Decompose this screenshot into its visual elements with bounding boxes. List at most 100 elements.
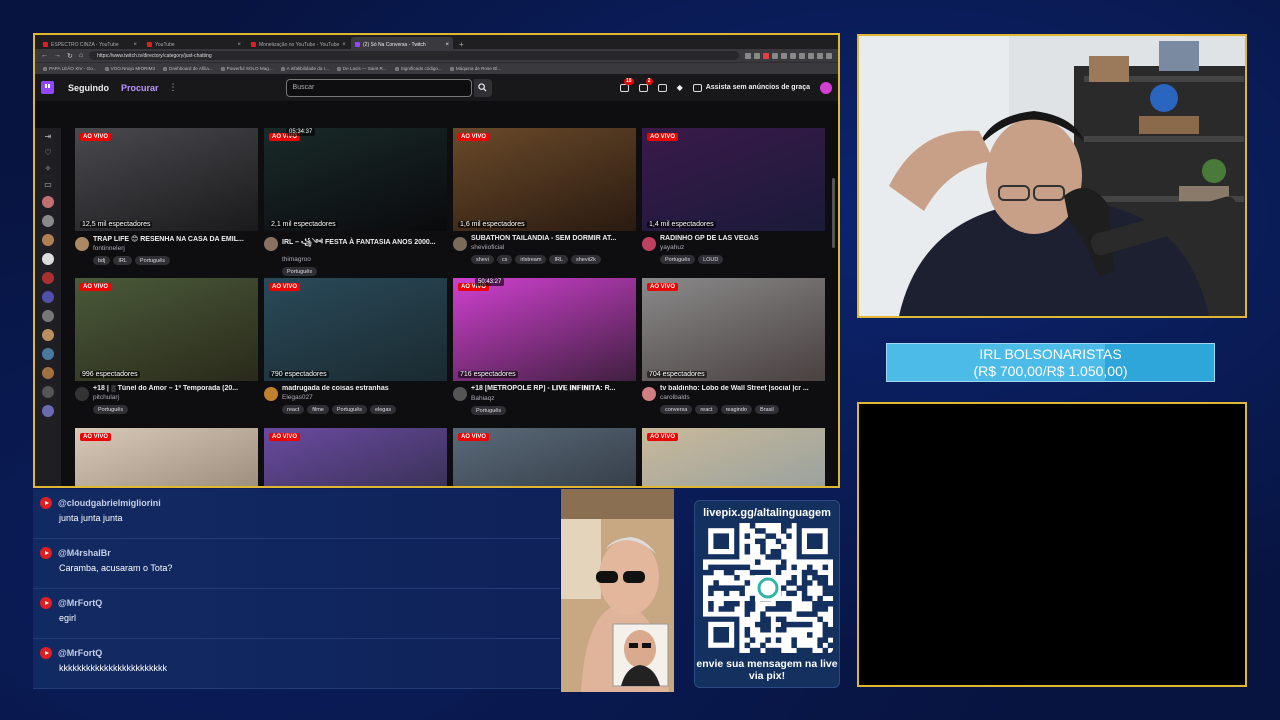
sidebar-channel-avatar[interactable] bbox=[42, 310, 54, 322]
sidebar-channel-avatar[interactable] bbox=[42, 405, 54, 417]
stream-thumbnail[interactable]: AO VIVO 50:43:27 716 espectadores bbox=[453, 278, 636, 381]
stream-tag[interactable]: react bbox=[695, 405, 718, 414]
sidebar-channel-avatar[interactable] bbox=[42, 329, 54, 341]
stream-card[interactable]: AO VIVO bbox=[453, 428, 636, 486]
extension-icon[interactable] bbox=[754, 52, 760, 59]
home-icon[interactable]: ⌂ bbox=[79, 52, 83, 59]
stream-tag[interactable]: filme bbox=[307, 405, 329, 414]
close-tab-icon[interactable]: × bbox=[237, 42, 241, 48]
extension-icon[interactable] bbox=[799, 52, 805, 59]
more-icon[interactable]: ⋮ bbox=[169, 82, 178, 93]
channel-avatar[interactable] bbox=[264, 237, 278, 251]
bookmark-item[interactable]: Powerful SOLO Mag... bbox=[221, 66, 273, 71]
stream-card[interactable]: AO VIVO 996 espectadores +18 | ░ Túnel do … bbox=[75, 278, 258, 428]
stream-thumbnail[interactable]: AO VIVO 790 espectadores bbox=[264, 278, 447, 381]
sidebar-channel-avatar[interactable] bbox=[42, 196, 54, 208]
bookmark-item[interactable]: Dashboard de Afilia... bbox=[163, 66, 213, 71]
stream-tag[interactable]: Português bbox=[331, 405, 367, 414]
channel-name[interactable]: carolbalds bbox=[660, 394, 825, 401]
stream-card[interactable]: AO VIVO bbox=[75, 428, 258, 486]
stream-thumbnail[interactable]: AO VIVO bbox=[453, 428, 636, 486]
stream-tag[interactable]: reagindo bbox=[720, 405, 752, 414]
stream-card[interactable]: AO VIVO 50:43:27 716 espectadores +18 [METR… bbox=[453, 278, 636, 428]
stream-thumbnail[interactable]: AO VIVO 05:34:37 2,1 mil espectadores bbox=[264, 128, 447, 231]
bookmark-item[interactable]: PAPA LEÃO XIV - Go... bbox=[43, 66, 97, 71]
channel-avatar[interactable] bbox=[75, 387, 89, 401]
stream-thumbnail[interactable]: AO VIVO bbox=[642, 428, 825, 486]
channel-name[interactable]: thimagroo bbox=[282, 256, 447, 263]
collapse-sidebar-icon[interactable]: ⇥ bbox=[45, 132, 52, 141]
browser-tab[interactable]: YouTube × bbox=[143, 37, 245, 49]
stream-title[interactable]: +18 | ░ Túnel do Amor – 1ª Temporada (20… bbox=[93, 385, 258, 392]
stream-tag[interactable]: irlstream bbox=[515, 255, 547, 264]
twitch-logo-icon[interactable] bbox=[41, 81, 54, 94]
stream-tag[interactable]: Português bbox=[471, 406, 507, 415]
reload-icon[interactable]: ↻ bbox=[67, 52, 73, 60]
stream-title[interactable]: madrugada de coisas estranhas bbox=[282, 385, 447, 392]
stream-thumbnail[interactable]: AO VIVO bbox=[264, 428, 447, 486]
stream-thumbnail[interactable]: AO VIVO bbox=[75, 428, 258, 486]
url-input[interactable]: https://www.twitch.tv/directory/category… bbox=[89, 51, 739, 60]
close-tab-icon[interactable]: × bbox=[445, 42, 449, 48]
close-tab-icon[interactable]: × bbox=[133, 42, 137, 48]
channel-name[interactable]: Bahiaqz bbox=[471, 395, 636, 402]
extension-icon[interactable] bbox=[763, 52, 769, 59]
back-icon[interactable]: ← bbox=[41, 52, 48, 59]
bits-icon[interactable]: ◆ bbox=[677, 83, 683, 92]
whispers-icon[interactable] bbox=[657, 83, 667, 92]
forward-icon[interactable]: → bbox=[54, 52, 61, 59]
stream-tag[interactable]: elegas bbox=[369, 405, 397, 414]
new-tab-icon[interactable]: + bbox=[459, 40, 464, 49]
search-input[interactable]: Buscar bbox=[285, 78, 472, 97]
channel-avatar[interactable] bbox=[453, 237, 467, 251]
search-button[interactable] bbox=[473, 78, 492, 97]
stream-card[interactable]: AO VIVO 12,5 mil espectadores TRAP LIFE 😊 … bbox=[75, 128, 258, 278]
browser-tab[interactable]: Monetização no YouTube - YouTube × bbox=[247, 37, 349, 49]
browser-tab[interactable]: (2) Só Na Conversa - Twitch × bbox=[351, 37, 453, 49]
stream-thumbnail[interactable]: AO VIVO 1,4 mil espectadores bbox=[642, 128, 825, 231]
following-icon[interactable]: ✧ bbox=[45, 164, 52, 173]
ad-free-button[interactable]: Assista sem anúncios de graça bbox=[692, 83, 810, 92]
stream-title[interactable]: TRAP LIFE 😊 RESENHA NA CASA DA EMIL... bbox=[93, 235, 258, 243]
bookmark-item[interactable]: De Lacis — Saint R... bbox=[337, 66, 387, 71]
channel-avatar[interactable] bbox=[75, 237, 89, 251]
stream-thumbnail[interactable]: AO VIVO 12,5 mil espectadores bbox=[75, 128, 258, 231]
stream-title[interactable]: SUBATHON TAILANDIA - SEM DORMIR AT... bbox=[471, 235, 636, 242]
stream-card[interactable]: AO VIVO 790 espectadores madrugada de cois… bbox=[264, 278, 447, 428]
stream-title[interactable]: tv baldinho: Lobo de Wall Street |social… bbox=[660, 385, 825, 392]
channel-name[interactable]: pitchularj bbox=[93, 394, 258, 401]
sidebar-channel-avatar[interactable] bbox=[42, 367, 54, 379]
stream-tag[interactable]: Português bbox=[660, 255, 696, 264]
heart-icon[interactable]: ♡ bbox=[44, 148, 51, 157]
sidebar-channel-avatar[interactable] bbox=[42, 272, 54, 284]
channel-name[interactable]: sheviioficial bbox=[471, 244, 636, 251]
sidebar-channel-avatar[interactable] bbox=[42, 386, 54, 398]
stream-card[interactable]: AO VIVO bbox=[264, 428, 447, 486]
nav-following[interactable]: Seguindo bbox=[68, 83, 109, 93]
sidebar-channel-avatar[interactable] bbox=[42, 348, 54, 360]
sidebar-channel-avatar[interactable] bbox=[42, 215, 54, 227]
stream-card[interactable]: AO VIVO 1,6 mil espectadores SUBATHON TAIL… bbox=[453, 128, 636, 278]
bookmark-item[interactable]: Significado código... bbox=[395, 66, 442, 71]
channel-name[interactable]: Elegas027 bbox=[282, 394, 447, 401]
menu-icon[interactable] bbox=[826, 52, 832, 59]
inbox-icon[interactable]: 2 bbox=[638, 77, 653, 92]
stream-title[interactable]: RADINHO GP DE LAS VEGAS bbox=[660, 235, 825, 242]
stream-tag[interactable]: IRL bbox=[549, 255, 568, 264]
sidebar-channel-avatar[interactable] bbox=[42, 253, 54, 265]
stream-tag[interactable]: Português bbox=[282, 267, 318, 276]
stream-card[interactable]: AO VIVO 05:34:37 2,1 mil espectadores IRL –… bbox=[264, 128, 447, 278]
stream-card[interactable]: AO VIVO bbox=[642, 428, 825, 486]
stream-card[interactable]: AO VIVO 1,4 mil espectadores RADINHO GP DE… bbox=[642, 128, 825, 278]
stream-tag[interactable]: shevii2k bbox=[571, 255, 601, 264]
extension-icon[interactable] bbox=[808, 52, 814, 59]
stream-tag[interactable]: Português bbox=[134, 256, 170, 265]
stream-thumbnail[interactable]: AO VIVO 704 espectadores bbox=[642, 278, 825, 381]
notifications-icon[interactable]: 18 bbox=[619, 77, 634, 92]
bookmark-item[interactable]: A infalibilidade da I... bbox=[281, 66, 329, 71]
channel-name[interactable]: fontinnelerj bbox=[93, 245, 258, 252]
stream-tag[interactable]: IRL bbox=[113, 256, 132, 265]
nav-browse[interactable]: Procurar bbox=[121, 83, 159, 93]
stream-tag[interactable]: cs bbox=[496, 255, 513, 264]
stream-tag[interactable]: conversa bbox=[660, 405, 693, 414]
